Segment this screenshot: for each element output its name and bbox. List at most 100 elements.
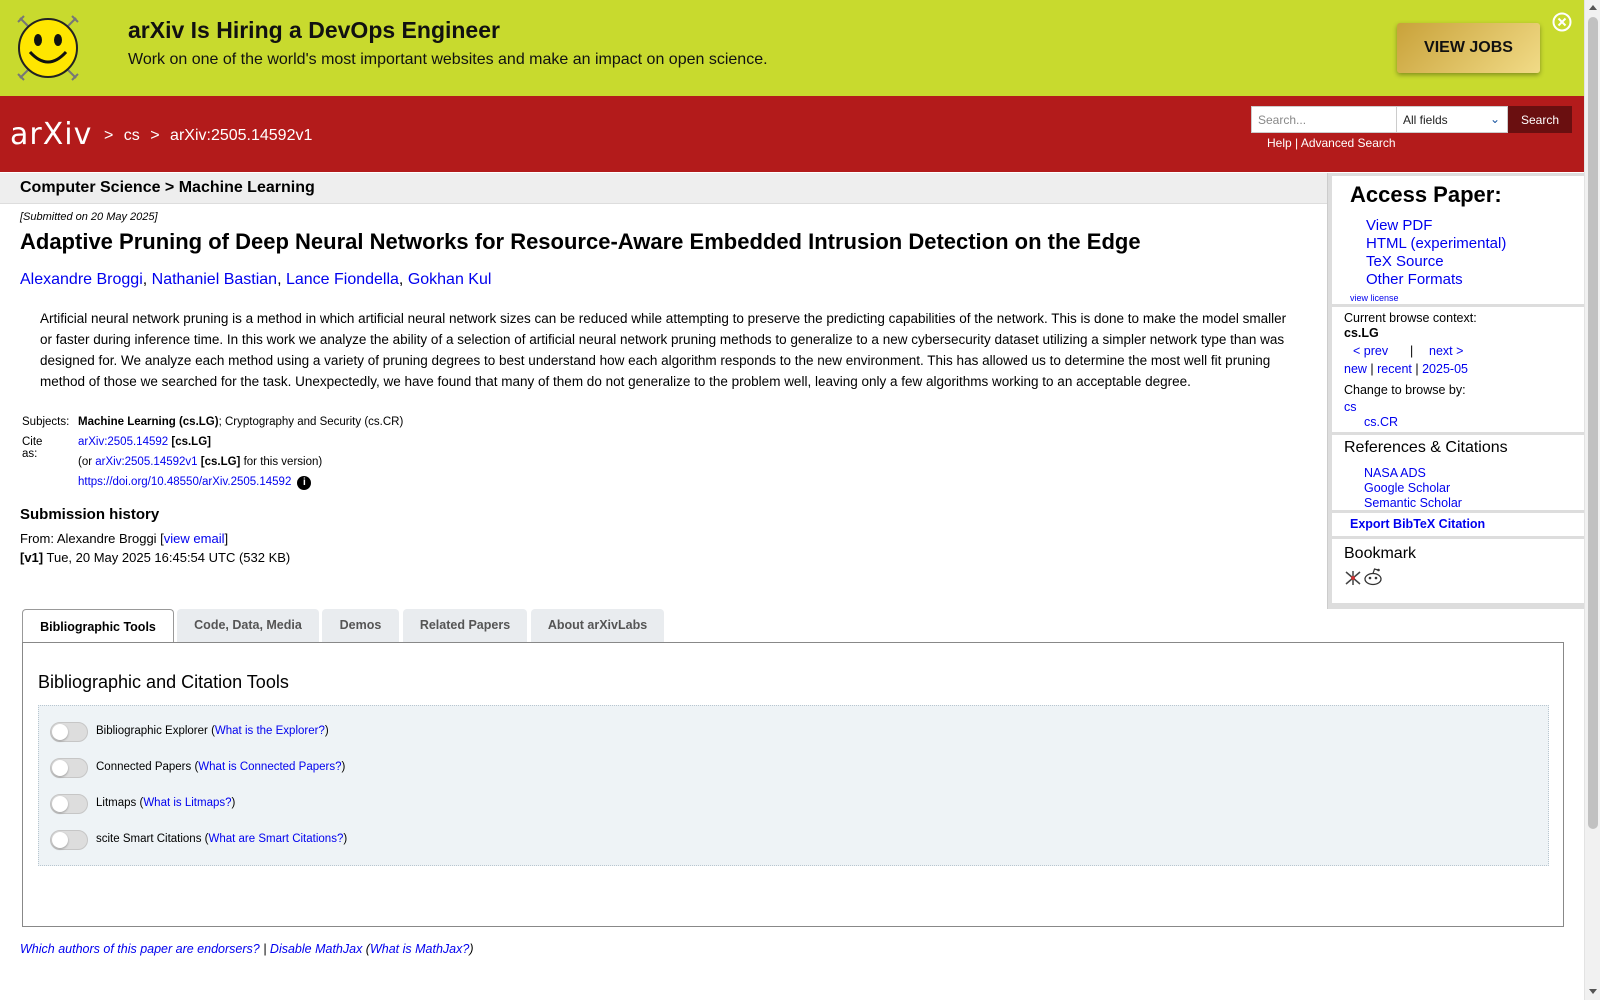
breadcrumb-sep: > bbox=[150, 127, 160, 144]
nasa-ads-link[interactable]: NASA ADS bbox=[1364, 466, 1462, 481]
other-formats-link[interactable]: Other Formats bbox=[1366, 271, 1506, 289]
footer-links: Which authors of this paper are endorser… bbox=[20, 942, 474, 956]
mathjax-help-link[interactable]: What is MathJax? bbox=[370, 942, 469, 956]
tab-panel: Bibliographic and Citation Tools Bibliog… bbox=[22, 642, 1564, 927]
version-id-link[interactable]: arXiv:2505.14592v1 bbox=[95, 456, 197, 468]
semantic-scholar-link[interactable]: Semantic Scholar bbox=[1364, 496, 1462, 511]
tab-code-data-media[interactable]: Code, Data, Media bbox=[177, 609, 319, 642]
references-heading: References & Citations bbox=[1344, 439, 1508, 456]
change-browse-label: Change to browse by: bbox=[1344, 383, 1466, 397]
from-suffix: ] bbox=[224, 531, 229, 546]
tab-bibliographic-tools[interactable]: Bibliographic Tools bbox=[22, 609, 174, 644]
category-bar: Computer Science > Machine Learning bbox=[0, 173, 1327, 204]
submitted-date: [Submitted on 20 May 2025] bbox=[20, 211, 158, 223]
tools-list: Bibliographic Explorer (What is the Expl… bbox=[38, 705, 1549, 866]
cite-id-link[interactable]: arXiv:2505.14592 bbox=[78, 436, 168, 448]
advanced-search-link[interactable]: Advanced Search bbox=[1301, 136, 1396, 150]
info-icon[interactable]: i bbox=[297, 476, 312, 490]
separator: | bbox=[1410, 344, 1414, 358]
hiring-banner: arXiv Is Hiring a DevOps Engineer Work o… bbox=[0, 0, 1584, 96]
paper-title: Adaptive Pruning of Deep Neural Networks… bbox=[20, 229, 1141, 254]
bookmark-box: Bookmark bbox=[1332, 539, 1584, 603]
access-paper-heading: Access Paper: bbox=[1350, 182, 1502, 207]
toggle-switch[interactable] bbox=[50, 722, 88, 742]
next-link[interactable]: next > bbox=[1429, 344, 1463, 358]
browse-cscr-link[interactable]: cs.CR bbox=[1364, 415, 1398, 429]
author-link[interactable]: Nathaniel Bastian bbox=[152, 271, 277, 288]
endorsers-link[interactable]: Which authors of this paper are endorser… bbox=[20, 942, 260, 956]
cite-label: Cite as: bbox=[22, 436, 43, 460]
bookmark-heading: Bookmark bbox=[1344, 545, 1417, 562]
banner-text: Work on one of the world's most importan… bbox=[128, 51, 768, 68]
export-bibtex-link[interactable]: Export BibTeX Citation bbox=[1350, 517, 1485, 531]
secondary-subject: ; Cryptography and Security (cs.CR) bbox=[218, 416, 404, 428]
page-scrollbar[interactable] bbox=[1584, 0, 1600, 1000]
tool-name: Litmaps bbox=[96, 797, 137, 809]
search-button[interactable]: Search bbox=[1508, 106, 1572, 133]
banner-title: arXiv Is Hiring a DevOps Engineer bbox=[128, 17, 500, 43]
version-category: [cs.LG] bbox=[200, 456, 241, 468]
author-link[interactable]: Gokhan Kul bbox=[408, 271, 492, 288]
prev-link[interactable]: < prev bbox=[1353, 344, 1388, 358]
scroll-down-icon[interactable] bbox=[1589, 989, 1597, 994]
google-scholar-link[interactable]: Google Scholar bbox=[1364, 481, 1462, 496]
month-link[interactable]: 2025-05 bbox=[1422, 362, 1468, 376]
html-link[interactable]: HTML (experimental) bbox=[1366, 235, 1506, 253]
scroll-thumb[interactable] bbox=[1588, 17, 1598, 829]
arxiv-logo[interactable]: arXiv bbox=[10, 114, 102, 154]
tool-help-link[interactable]: What is Litmaps? bbox=[143, 797, 231, 809]
version-date: Tue, 20 May 2025 16:45:54 UTC (532 KB) bbox=[43, 550, 291, 565]
tex-source-link[interactable]: TeX Source bbox=[1366, 253, 1506, 271]
author-link[interactable]: Lance Fiondella bbox=[286, 271, 399, 288]
author-list: Alexandre Broggi, Nathaniel Bastian, Lan… bbox=[20, 271, 492, 288]
view-pdf-link[interactable]: View PDF bbox=[1366, 217, 1506, 235]
browse-cs-link[interactable]: cs bbox=[1344, 400, 1357, 414]
tool-help-link[interactable]: What are Smart Citations? bbox=[208, 833, 343, 845]
submission-from: From: Alexandre Broggi [view email] bbox=[20, 531, 228, 546]
logo-text: arXiv bbox=[10, 117, 92, 152]
cite-category: [cs.LG] bbox=[171, 436, 211, 448]
doi-link[interactable]: https://doi.org/10.48550/arXiv.2505.1459… bbox=[78, 476, 291, 488]
disable-mathjax-link[interactable]: Disable MathJax bbox=[270, 942, 362, 956]
search-input[interactable] bbox=[1251, 106, 1397, 133]
scroll-up-icon[interactable] bbox=[1589, 5, 1597, 10]
tab-related-papers[interactable]: Related Papers bbox=[403, 609, 527, 642]
breadcrumb-paper-id: arXiv:2505.14592v1 bbox=[170, 127, 313, 144]
tool-name: scite Smart Citations bbox=[96, 833, 202, 845]
subjects-label: Subjects: bbox=[22, 416, 70, 428]
bibsonomy-icon[interactable] bbox=[1344, 570, 1362, 586]
version-suffix: for this version) bbox=[240, 456, 323, 468]
abstract: Artificial neural network pruning is a m… bbox=[40, 311, 1287, 389]
help-link[interactable]: Help bbox=[1267, 136, 1292, 150]
breadcrumb-cs-link[interactable]: cs bbox=[124, 127, 140, 144]
separator: | bbox=[259, 942, 270, 956]
tool-help-link[interactable]: What is the Explorer? bbox=[215, 725, 325, 737]
new-link[interactable]: new bbox=[1344, 362, 1367, 376]
version-prefix: (or bbox=[78, 456, 96, 468]
recent-link[interactable]: recent bbox=[1377, 362, 1412, 376]
view-license-link[interactable]: view license bbox=[1350, 293, 1399, 303]
breadcrumb-sep: > bbox=[104, 127, 114, 144]
tab-about-arxivlabs[interactable]: About arXivLabs bbox=[531, 609, 664, 642]
version-tag: [v1] bbox=[20, 550, 44, 565]
tools-heading: Bibliographic and Citation Tools bbox=[38, 672, 289, 692]
separator: | bbox=[1295, 136, 1299, 150]
view-email-link[interactable]: view email bbox=[164, 531, 225, 546]
toggle-switch[interactable] bbox=[50, 830, 88, 850]
context-label: Current browse context: bbox=[1344, 311, 1477, 325]
submission-history-heading: Submission history bbox=[20, 506, 160, 523]
view-jobs-button[interactable]: VIEW JOBS bbox=[1397, 23, 1540, 73]
browse-links: new | recent | 2025-05 bbox=[1344, 362, 1468, 376]
category-heading: Computer Science > Machine Learning bbox=[20, 179, 315, 196]
search-field-value: All fields bbox=[1403, 113, 1448, 127]
toggle-switch[interactable] bbox=[50, 794, 88, 814]
search-field-select[interactable]: All fields ⌄ bbox=[1396, 106, 1508, 133]
reddit-icon[interactable] bbox=[1363, 568, 1383, 586]
tab-demos[interactable]: Demos bbox=[322, 609, 399, 642]
search-help-links: Help | Advanced Search bbox=[1267, 136, 1396, 150]
toggle-switch[interactable] bbox=[50, 758, 88, 778]
close-icon[interactable] bbox=[1552, 12, 1572, 32]
chevron-down-icon: ⌄ bbox=[1489, 112, 1500, 126]
tool-help-link[interactable]: What is Connected Papers? bbox=[198, 761, 341, 773]
author-link[interactable]: Alexandre Broggi bbox=[20, 271, 143, 288]
